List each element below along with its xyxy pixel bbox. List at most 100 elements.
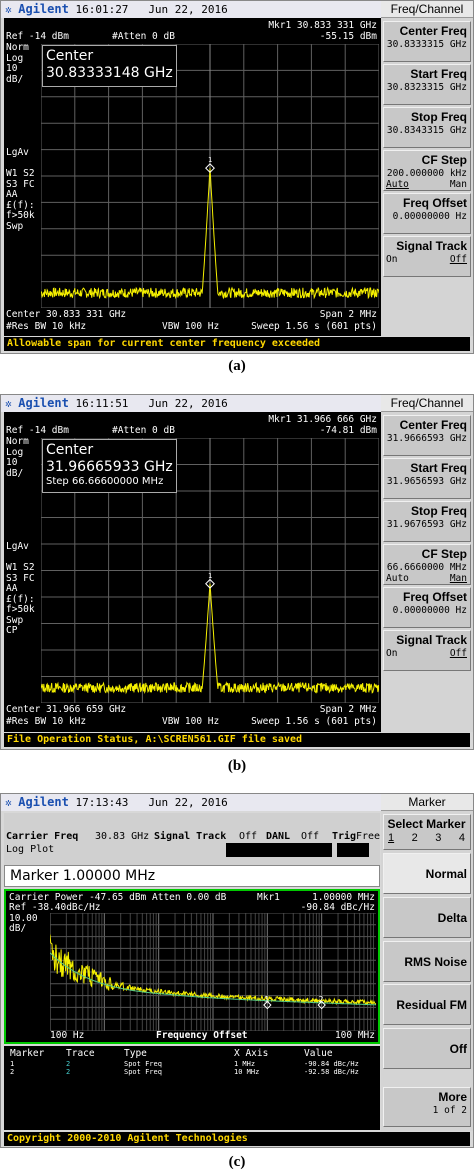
softkey-value: 0.00000000 Hz <box>392 605 467 616</box>
softkey-center-freq[interactable]: Center Freq 31.9666593 GHz <box>383 415 471 456</box>
mkr-y: -90.84 dBc/Hz <box>300 902 375 913</box>
softkey-delta[interactable]: Delta <box>383 897 471 938</box>
phase-noise-plot: 12 <box>50 913 376 1031</box>
softkey-label: Off <box>449 1042 467 1056</box>
softkey-value: 31.9656593 GHz <box>386 476 467 487</box>
menu-title: Freq/Channel <box>381 1 473 18</box>
atten: Atten 0.00 dB <box>152 892 227 903</box>
brand: Agilent <box>18 396 69 410</box>
softkey-value: 0.00000000 Hz <box>392 211 467 222</box>
softkey-label: Center Freq <box>399 418 467 432</box>
softkey-label: CF Step <box>421 153 467 167</box>
x-start: 100 Hz <box>50 1030 85 1041</box>
danl-label: DANL <box>266 831 291 842</box>
softkey-value: 30.8333315 GHz <box>386 39 467 50</box>
time: 16:11:51 <box>75 397 129 410</box>
left-annotation <box>6 521 42 532</box>
ref-level: Ref -14 dBm <box>6 31 69 42</box>
softkey-stop-freq[interactable]: Stop Freq 30.8343315 GHz <box>383 107 471 148</box>
softkey-value: 66.6660000 MHz <box>386 562 467 573</box>
signal-track-label: Signal Track <box>154 831 227 842</box>
display-screen: Mkr1 31.966 666 GHz Ref -14 dBm #Atten 0… <box>4 412 381 732</box>
carrier-freq-value: 30.83 GHz <box>95 831 150 842</box>
select-marker-options: 1 2 3 4 <box>386 832 467 844</box>
input-field-box-2[interactable] <box>337 843 369 857</box>
agilent-logo-icon: ✲ <box>5 3 12 16</box>
softkey-panel: Freq/Channel Center Freq 30.8333315 GHz St… <box>381 1 473 336</box>
left-annotation <box>6 117 42 128</box>
softkey-signal-track[interactable]: Signal Track On Off <box>383 236 471 277</box>
signal-track-value: Off <box>239 831 258 842</box>
option-left: Auto <box>386 573 409 584</box>
left-annotation: 10 <box>6 457 18 468</box>
softkey-panel: Marker Select Marker 1 2 3 4 Normal Delta RMS… <box>381 794 473 1131</box>
center-freq-footer: Center 30.833 331 GHz <box>6 309 127 320</box>
sweep: Sweep 1.56 s (601 pts) <box>251 716 377 727</box>
table-cell: 1 <box>10 1060 15 1068</box>
select-marker-option[interactable]: 3 <box>435 832 441 844</box>
vbw: VBW 100 Hz <box>162 321 220 332</box>
agilent-logo-icon: ✲ <box>5 397 12 410</box>
option-left: Auto <box>386 179 409 190</box>
left-annotation: dB/ <box>6 467 24 479</box>
marker-number: 1 <box>208 572 212 580</box>
option-right: Off <box>449 254 467 265</box>
softkey-label: Freq Offset <box>402 196 467 210</box>
softkey-label: Start Freq <box>410 67 467 81</box>
softkey-freq-offset[interactable]: Freq Offset 0.00000000 Hz <box>383 193 471 234</box>
marker-entry: Marker 1.00000 MHz <box>10 868 156 884</box>
center-entry-box: Center 30.83333148 GHz <box>42 45 177 87</box>
softkey-center-freq[interactable]: Center Freq 30.8333315 GHz <box>383 21 471 62</box>
more-key[interactable]: More 1 of 2 <box>383 1087 471 1127</box>
span-footer: Span 2 MHz <box>319 309 377 320</box>
softkey-normal[interactable]: Normal <box>383 853 471 894</box>
table-cell: 2 <box>66 1060 71 1068</box>
table-cell: -92.58 dBc/Hz <box>304 1068 359 1076</box>
softkey-label: Normal <box>425 867 467 881</box>
softkey-label: Signal Track <box>396 239 467 253</box>
trig-value: Free <box>356 831 381 842</box>
softkey-label: CF Step <box>421 547 467 561</box>
table-header: Type <box>124 1048 147 1059</box>
softkey-start-freq[interactable]: Start Freq 31.9656593 GHz <box>383 458 471 499</box>
softkey-label: Center Freq <box>399 24 467 38</box>
softkey-cf-step[interactable]: CF Step 66.6660000 MHz Auto Man <box>383 544 471 585</box>
left-annotation: AA <box>6 189 18 200</box>
option-right: Off <box>449 648 467 659</box>
table-cell: Spot Freq <box>124 1068 162 1076</box>
left-annotation: CP <box>6 625 18 636</box>
option-left: On <box>386 648 398 659</box>
menu-title: Freq/Channel <box>381 395 473 412</box>
table-header: Marker <box>10 1048 45 1059</box>
softkey-value: 31.9666593 GHz <box>386 433 467 444</box>
softkey-residual-fm[interactable]: Residual FM <box>383 984 471 1025</box>
input-field-box[interactable] <box>226 843 332 857</box>
log-plot-label: Log Plot <box>6 844 55 855</box>
scale-unit: dB/ <box>9 923 27 934</box>
select-marker-label: Select Marker <box>387 817 466 831</box>
title-bar: ✲ Agilent 16:01:27 Jun 22, 2016 <box>1 1 381 18</box>
left-annotation <box>6 490 42 501</box>
select-marker-option[interactable]: 2 <box>412 832 418 844</box>
brand: Agilent <box>18 795 69 809</box>
time: 17:13:43 <box>75 796 129 809</box>
softkey-off[interactable]: Off <box>383 1028 471 1069</box>
select-marker-option[interactable]: 4 <box>459 832 465 844</box>
softkey-rms-noise[interactable]: RMS Noise <box>383 941 471 982</box>
select-marker-key[interactable]: Select Marker 1 2 3 4 <box>383 814 471 850</box>
softkey-signal-track[interactable]: Signal Track On Off <box>383 630 471 671</box>
left-annotation: Swp <box>6 220 24 232</box>
center-freq-footer: Center 31.966 659 GHz <box>6 704 127 715</box>
resbw: #Res BW 10 kHz <box>6 716 87 727</box>
softkey-cf-step[interactable]: CF Step 200.000000 kHz Auto Man <box>383 150 471 191</box>
caption-a: (a) <box>228 358 246 374</box>
left-annotation: Norm <box>6 436 29 447</box>
left-annotation: W1 S2 <box>6 168 35 179</box>
option-left: On <box>386 254 398 265</box>
softkey-freq-offset[interactable]: Freq Offset 0.00000000 Hz <box>383 587 471 628</box>
select-marker-option[interactable]: 1 <box>388 832 394 844</box>
softkey-label: Freq Offset <box>402 590 467 604</box>
softkey-start-freq[interactable]: Start Freq 30.8323315 GHz <box>383 64 471 105</box>
softkey-stop-freq[interactable]: Stop Freq 31.9676593 GHz <box>383 501 471 542</box>
center-entry-box: Center 31.96665933 GHz Step 66.66600000 … <box>42 439 177 493</box>
